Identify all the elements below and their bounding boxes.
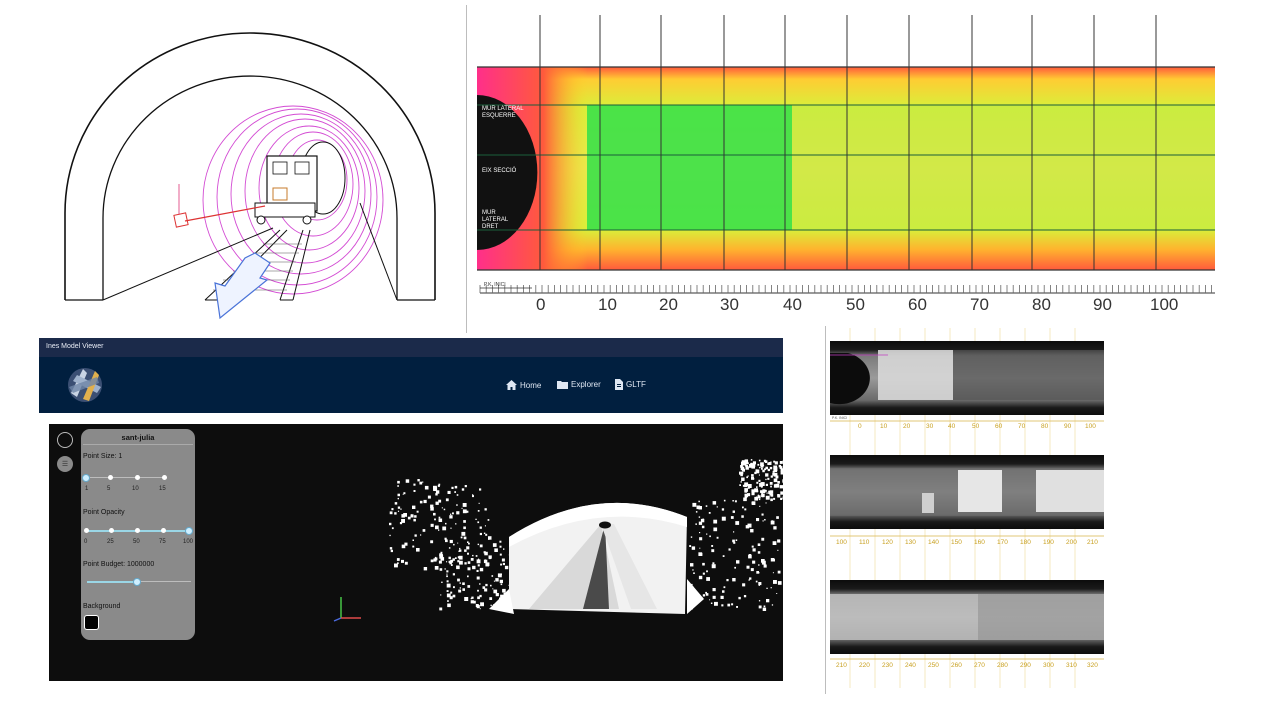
strip2-tick: 120: [882, 539, 893, 546]
strip2-tick: 180: [1020, 539, 1031, 546]
heatmap-axis-tick: 90: [1093, 295, 1112, 314]
background-color-swatch[interactable]: [84, 615, 99, 630]
strip3-tick: 300: [1043, 662, 1054, 669]
strip-svg: [830, 328, 1104, 688]
heatmap-axis-tick: 10: [598, 295, 617, 314]
nav-explorer[interactable]: Explorer: [557, 380, 601, 389]
heatmap-axis-tick: 80: [1032, 295, 1051, 314]
point-opacity-thumb[interactable]: [185, 527, 193, 535]
strip2-tick: 140: [928, 539, 939, 546]
heatmap-label-axis: EIX SECCIÓ: [482, 168, 517, 174]
strip3-tick: 250: [928, 662, 939, 669]
strip2-tick: 160: [974, 539, 985, 546]
point-size-tick: 1: [85, 486, 89, 492]
heatmap-axis-tick: 70: [970, 295, 989, 314]
heatmap-axis-tick: 20: [659, 295, 678, 314]
heatmap-svg: [477, 15, 1215, 294]
opacity-tick: 25: [107, 539, 114, 545]
point-budget-slider[interactable]: [87, 577, 191, 587]
strip3-tick: 230: [882, 662, 893, 669]
tunnel-heatmap-figure: MUR LATERAL ESQUERRE EIX SECCIÓ MUR LATE…: [472, 10, 1222, 320]
strip1-tick: 100: [1085, 423, 1096, 430]
strip1-tick: 0: [858, 423, 862, 430]
folder-icon: [557, 381, 568, 389]
home-icon: [506, 380, 517, 390]
top-navbar: Home Explorer GLTF: [39, 357, 783, 413]
strip1-tick: 20: [903, 423, 911, 430]
heatmap-axis-tick: 50: [846, 295, 865, 314]
file-icon: [615, 379, 623, 390]
strip2-tick: 190: [1043, 539, 1054, 546]
nav-home-label: Home: [520, 380, 542, 390]
strip2-tick: 110: [859, 539, 870, 546]
viewer-settings-panel: sant-julia Point Size: 1 1 5 10 15 Point…: [81, 429, 195, 640]
point-budget-thumb[interactable]: [133, 578, 141, 586]
tunnel-drawing: [64, 32, 436, 320]
strip3-tick: 290: [1020, 662, 1031, 669]
axes-gizmo-icon: [333, 597, 361, 622]
point-size-tick: 10: [132, 486, 139, 492]
point-size-label: Point Size: 1: [83, 453, 123, 460]
strip2-tick: 210: [1087, 539, 1098, 546]
strip1-tick: 30: [926, 423, 934, 430]
point-size-tick: 15: [159, 486, 166, 492]
nav-explorer-label: Explorer: [571, 380, 601, 389]
point-opacity-label: Point Opacity: [83, 509, 125, 516]
opacity-tick: 0: [84, 539, 88, 545]
window-title: Ines Model Viewer: [39, 338, 783, 357]
point-size-tick: 5: [107, 486, 111, 492]
heatmap-label-left-wall: MUR LATERAL ESQUERRE: [482, 106, 524, 119]
panel-title: sant-julia: [121, 433, 155, 442]
tunnel-strip-figure: P.K. INICI 0 10 20 30 40 50 60 70 80 90 …: [828, 328, 1106, 688]
strip2-tick: 170: [997, 539, 1008, 546]
heatmap-axis-tick: 100: [1150, 295, 1179, 314]
point-cloud-canvas[interactable]: ☰ sant-julia Point Size: 1 1 5 10 15 Poi…: [49, 424, 783, 681]
strip3-tick: 320: [1087, 662, 1098, 669]
divider-top: [466, 5, 467, 333]
opacity-tick: 100: [183, 539, 194, 545]
heatmap-pk-label: P.K. INICI: [484, 282, 506, 288]
point-size-slider[interactable]: [82, 473, 167, 483]
nav-gltf-label: GLTF: [626, 380, 646, 389]
model-viewer-window: Ines Model Viewer Home Explorer GLTF ☰ s…: [39, 338, 783, 681]
point-cloud-tunnel: [389, 459, 783, 614]
strip1-tick: 90: [1064, 423, 1072, 430]
strip3-tick: 220: [859, 662, 870, 669]
sidebar-toggle-button[interactable]: [57, 432, 73, 448]
menu-icon[interactable]: ☰: [57, 456, 73, 472]
point-opacity-slider[interactable]: [84, 526, 193, 536]
strip2-tick: 130: [905, 539, 916, 546]
strip3-tick: 210: [836, 662, 847, 669]
strip1-tick: 10: [880, 423, 888, 430]
strip1-tick: 50: [972, 423, 980, 430]
background-label: Background: [83, 603, 121, 610]
nav-home[interactable]: Home: [506, 380, 541, 390]
strip2-tick: 100: [836, 539, 847, 546]
point-budget-label: Point Budget: 1000000: [83, 561, 155, 568]
opacity-tick: 75: [159, 539, 166, 545]
strip3-tick: 280: [997, 662, 1008, 669]
heatmap-axis-tick: 60: [908, 295, 927, 314]
tunnel-schematic: [55, 28, 445, 323]
heatmap-axis-tick: 0: [536, 295, 546, 314]
point-size-thumb[interactable]: [82, 474, 90, 482]
app-logo[interactable]: [63, 363, 107, 407]
strip3-tick: 240: [905, 662, 916, 669]
strip-pk-label: P.K. INICI: [832, 416, 848, 420]
strip3-tick: 270: [974, 662, 985, 669]
strip1-tick: 70: [1018, 423, 1026, 430]
strip1-tick: 60: [995, 423, 1003, 430]
divider-bottom: [825, 326, 826, 694]
strip3-tick: 310: [1066, 662, 1077, 669]
strip1-tick: 80: [1041, 423, 1049, 430]
opacity-tick: 50: [133, 539, 140, 545]
strip2-tick: 200: [1066, 539, 1077, 546]
heatmap-label-right-wall: MUR LATERAL DRET: [482, 210, 509, 230]
nav-gltf[interactable]: GLTF: [615, 379, 646, 390]
strip1-tick: 40: [948, 423, 956, 430]
heatmap-axis-tick: 40: [783, 295, 802, 314]
heatmap-axis-tick: 30: [720, 295, 739, 314]
strip2-tick: 150: [951, 539, 962, 546]
strip3-tick: 260: [951, 662, 962, 669]
